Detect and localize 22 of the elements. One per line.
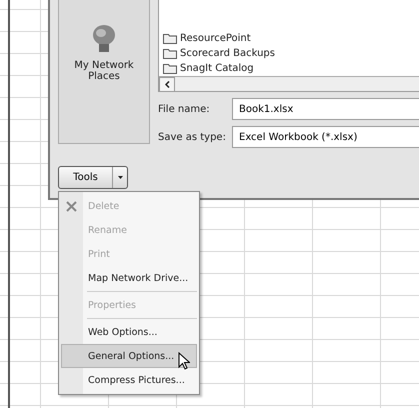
input-field[interactable]: Book1.xlsx xyxy=(232,98,419,120)
menu-item[interactable]: Map Network Drive... xyxy=(61,266,197,290)
folder-item[interactable]: Scorecard Backups xyxy=(159,46,419,61)
folder-icon xyxy=(163,33,177,44)
folder-item[interactable]: SnagIt Catalog xyxy=(159,61,419,76)
folder-icon xyxy=(163,48,177,59)
chevron-left-icon xyxy=(164,81,170,88)
field-label: File name: xyxy=(158,104,211,114)
menu-item[interactable]: Web Options... xyxy=(61,320,197,344)
mouse-pointer-icon xyxy=(178,352,190,370)
place-label[interactable]: My Network Places xyxy=(74,60,134,82)
folder-item[interactable]: ResourcePoint xyxy=(159,31,419,46)
caret-icon xyxy=(118,176,122,179)
input-field[interactable]: Excel Workbook (*.xlsx) xyxy=(232,126,419,148)
scroll-left-button[interactable] xyxy=(159,77,175,92)
menu-item[interactable]: Compress Pictures... xyxy=(61,368,197,392)
folder-icon xyxy=(163,63,177,74)
menu-item[interactable]: General Options... xyxy=(61,344,197,368)
tools-button[interactable]: Tools xyxy=(58,166,128,189)
horizontal-scrollbar[interactable] xyxy=(159,76,419,91)
close-icon xyxy=(66,201,77,212)
field-label: Save as type: xyxy=(158,132,227,142)
